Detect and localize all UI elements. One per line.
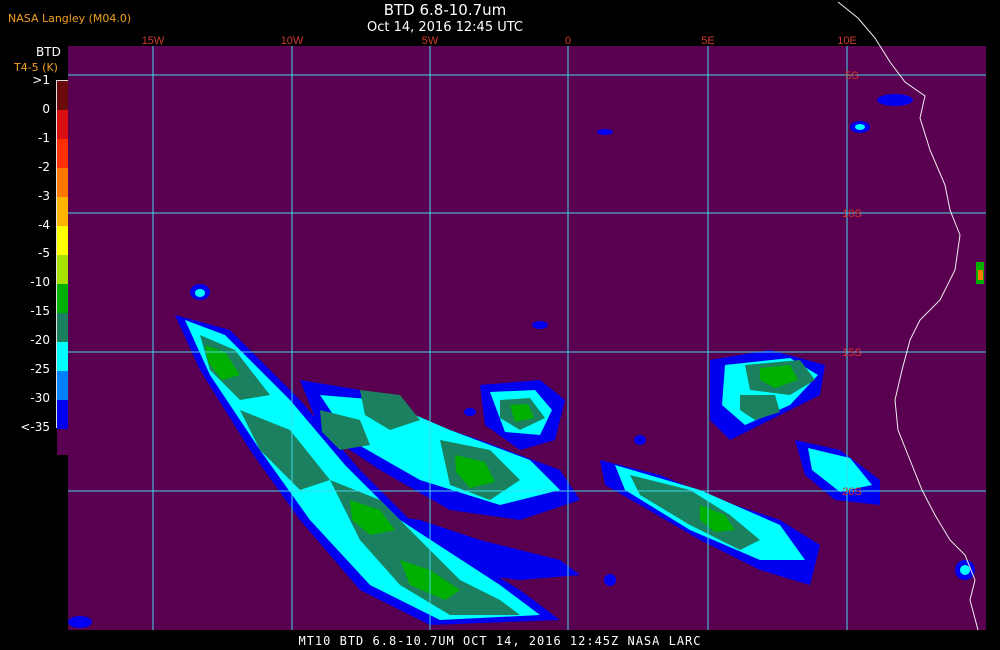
latitude-label: 20S [842, 486, 862, 498]
latitude-label: 15S [842, 347, 862, 359]
latitude-label: 5S [845, 70, 858, 82]
longitude-label: 5E [701, 35, 714, 47]
longitude-label: 10E [837, 35, 857, 47]
footer-caption: MT10 BTD 6.8-10.7UM OCT 14, 2016 12:45Z … [298, 634, 702, 648]
longitude-label: 10W [281, 35, 304, 47]
latitude-label: 10S [842, 208, 862, 220]
longitude-label: 0 [565, 35, 571, 47]
satellite-map: 15W 10W 5W 0 5E 10E 5S 10S 15S 20S [68, 1, 986, 631]
longitude-label: 5W [422, 35, 439, 47]
longitude-label: 15W [142, 35, 165, 47]
longitude-labels: 15W 10W 5W 0 5E 10E [142, 35, 857, 47]
